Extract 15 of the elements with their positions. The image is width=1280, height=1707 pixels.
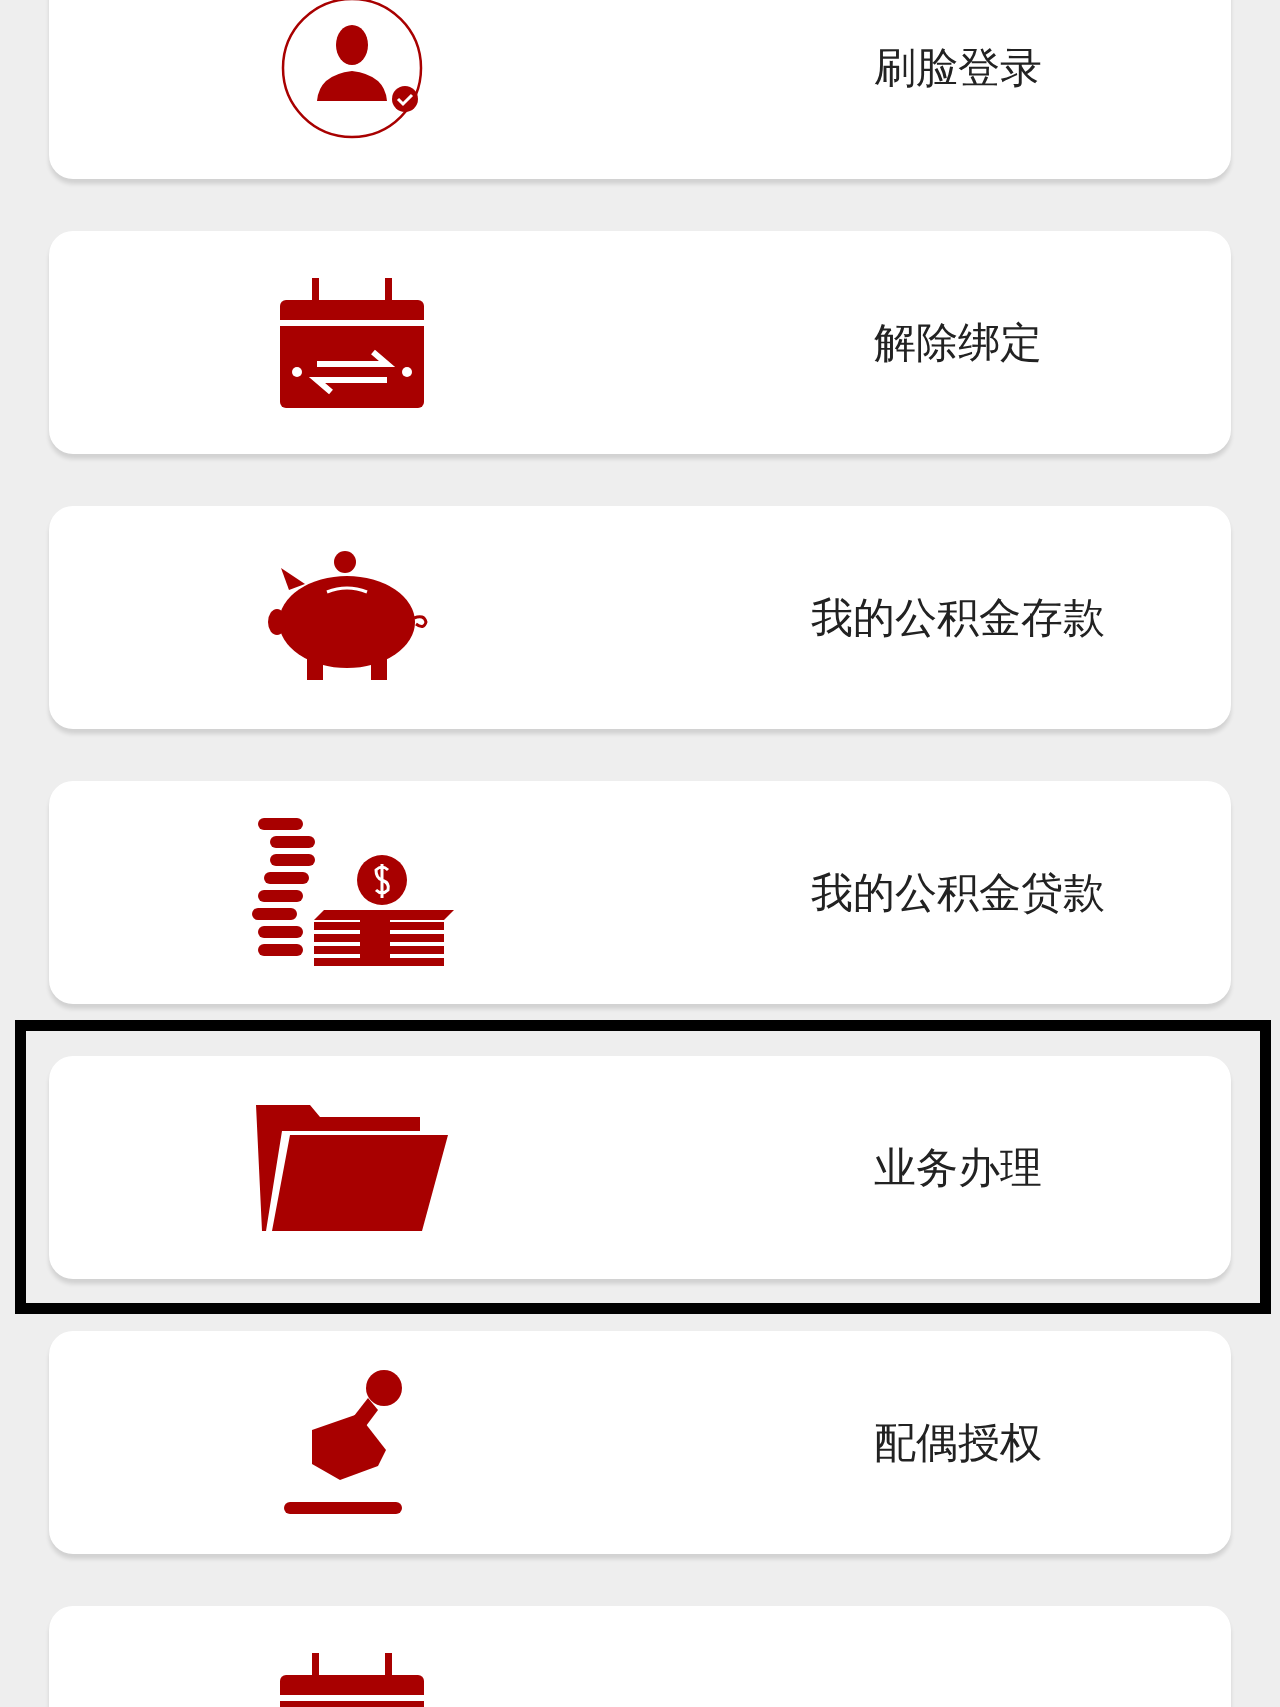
menu-label: 解除绑定 — [873, 316, 1043, 369]
menu-card[interactable]: 业务办理 — [49, 1056, 1231, 1279]
menu-card[interactable]: 我的公积金存款 — [49, 506, 1231, 729]
menu-card[interactable]: 解除绑定 — [49, 231, 1231, 454]
menu-label: 业务办理 — [873, 1141, 1043, 1194]
menu-card[interactable]: 我的公积金贷款 — [49, 781, 1231, 1004]
menu-label: 刷脸登录 — [873, 41, 1043, 94]
menu-card[interactable]: 配偶授权 — [49, 1331, 1231, 1554]
calendar-exchange-icon — [277, 275, 427, 410]
menu-label: 配偶授权 — [873, 1416, 1043, 1469]
menu-label: 我的公积金存款 — [810, 591, 1106, 644]
folder-icon — [254, 1102, 450, 1233]
money-stack-icon — [250, 817, 454, 968]
menu-card[interactable]: 刷脸登录 — [49, 0, 1231, 179]
menu-label: 我的公积金贷款 — [810, 866, 1106, 919]
